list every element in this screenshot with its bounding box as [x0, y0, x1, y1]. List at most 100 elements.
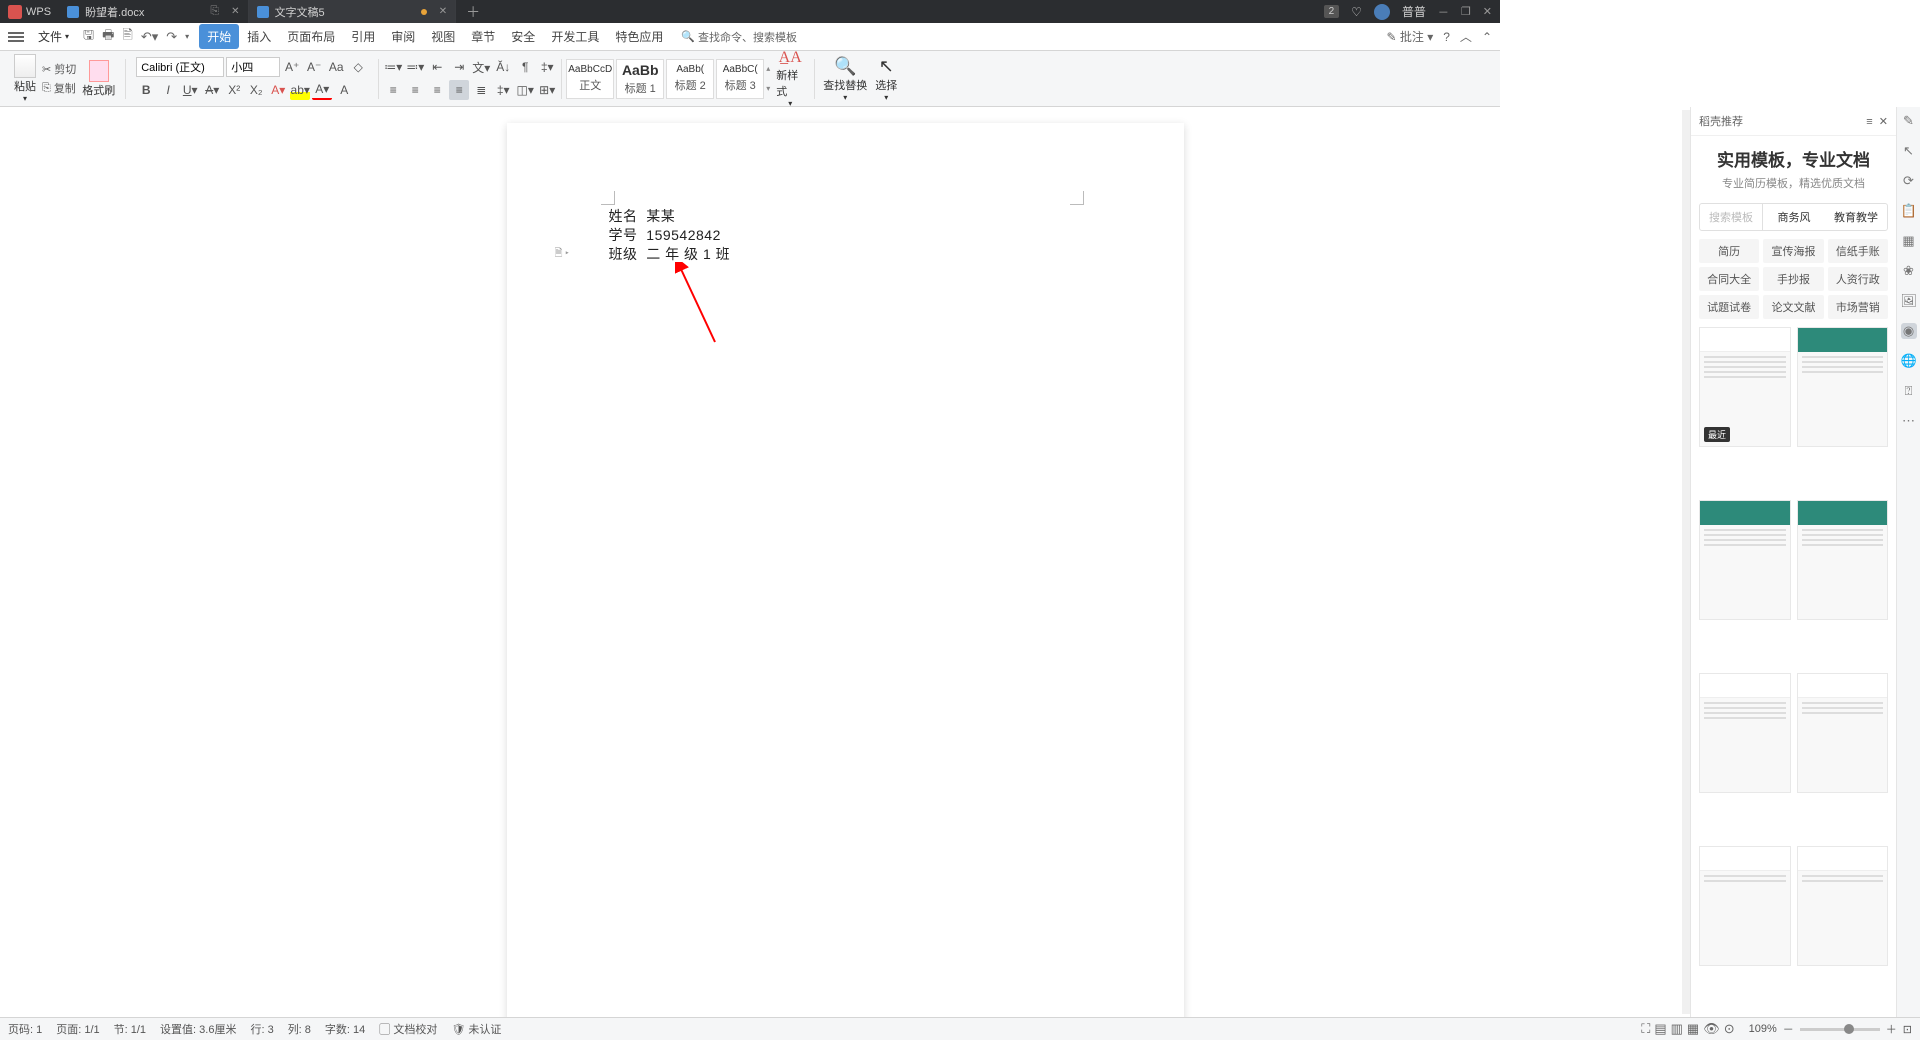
web-layout-icon[interactable]: ▦: [1687, 1021, 1699, 1037]
font-name-select[interactable]: [136, 57, 224, 77]
template-item[interactable]: [1797, 327, 1889, 447]
cat-marketing[interactable]: 市场营销: [1828, 295, 1888, 319]
cut-button[interactable]: ✂剪切: [42, 61, 76, 77]
status-row[interactable]: 行: 3: [250, 1021, 273, 1037]
sort-icon[interactable]: Ă↓: [493, 57, 513, 77]
highlight-icon[interactable]: ab▾: [290, 80, 310, 100]
tab-insert[interactable]: 插入: [239, 24, 279, 49]
cat-contract[interactable]: 合同大全: [1699, 267, 1759, 291]
clear-format-icon[interactable]: ◇: [348, 57, 368, 77]
paste-button[interactable]: 粘贴▾: [14, 54, 36, 103]
cat-thesis[interactable]: 论文文献: [1763, 295, 1823, 319]
template-item[interactable]: [1699, 500, 1791, 620]
font-color-icon[interactable]: A▾: [312, 80, 332, 100]
italic-icon[interactable]: I: [158, 80, 178, 100]
notification-badge[interactable]: 2: [1324, 5, 1340, 18]
tab-indicator-icon[interactable]: ⎘: [210, 5, 219, 18]
tool-refresh-icon[interactable]: ⟳: [1901, 173, 1917, 189]
cat-report[interactable]: 手抄报: [1763, 267, 1823, 291]
new-style-button[interactable]: A̲A 新样式▾: [776, 49, 804, 108]
bold-icon[interactable]: B: [136, 80, 156, 100]
decrease-indent-icon[interactable]: ⇤: [427, 57, 447, 77]
status-page-no[interactable]: 页码: 1: [8, 1021, 42, 1037]
increase-font-icon[interactable]: A⁺: [282, 57, 302, 77]
print-preview-icon[interactable]: 🖹: [122, 26, 132, 48]
tab-section[interactable]: 章节: [463, 24, 503, 49]
template-item[interactable]: 最近: [1699, 327, 1791, 447]
format-painter-button[interactable]: 格式刷: [82, 60, 115, 98]
user-avatar[interactable]: [1374, 4, 1390, 20]
tool-template-icon[interactable]: ◉: [1901, 323, 1917, 339]
document-content[interactable]: 姓名 某某 学号 159542842 班级 二 年 级 1 班: [609, 207, 731, 264]
zoom-out-icon[interactable]: －: [1783, 1021, 1794, 1037]
panel-close-icon[interactable]: ✕: [1879, 116, 1888, 128]
tool-select-icon[interactable]: ↖: [1901, 143, 1917, 159]
status-cert[interactable]: 🛡 未认证: [451, 1021, 501, 1037]
restore-button[interactable]: ❐: [1461, 5, 1471, 18]
template-item[interactable]: [1797, 673, 1889, 793]
spacing-icon[interactable]: ‡▾: [493, 80, 513, 100]
close-button[interactable]: ✕: [1483, 5, 1492, 18]
command-search[interactable]: 🔍 查找命令、搜索模板: [681, 29, 797, 45]
bullets-icon[interactable]: ≔▾: [383, 57, 403, 77]
panel-header-label[interactable]: 稻壳推荐: [1699, 113, 1743, 129]
tab-reference[interactable]: 引用: [343, 24, 383, 49]
borders-icon[interactable]: ⊞▾: [537, 80, 557, 100]
template-item[interactable]: [1699, 846, 1791, 966]
template-item[interactable]: [1699, 673, 1791, 793]
hamburger-icon[interactable]: [8, 32, 24, 42]
tool-image-icon[interactable]: 🖼: [1901, 293, 1917, 309]
status-setting[interactable]: 设置值: 3.6厘米: [160, 1021, 236, 1037]
text-effects-icon[interactable]: A▾: [268, 80, 288, 100]
status-words[interactable]: 字数: 14: [325, 1021, 365, 1037]
tab-view[interactable]: 视图: [423, 24, 463, 49]
numbering-icon[interactable]: ≕▾: [405, 57, 425, 77]
char-shading-icon[interactable]: A: [334, 80, 354, 100]
superscript-icon[interactable]: X²: [224, 80, 244, 100]
tool-icon[interactable]: ❀: [1901, 263, 1917, 279]
status-proof[interactable]: ▢ 文档校对: [379, 1021, 437, 1037]
text-direction-icon[interactable]: 文▾: [471, 57, 491, 77]
close-icon[interactable]: ✕: [231, 6, 239, 17]
align-right-icon[interactable]: ≡: [427, 80, 447, 100]
tab-business[interactable]: 商务风: [1763, 204, 1825, 230]
tool-help-icon[interactable]: ⍰: [1901, 383, 1917, 399]
copy-button[interactable]: ⎘复制: [42, 80, 76, 96]
template-item[interactable]: [1797, 500, 1889, 620]
show-marks-icon[interactable]: ¶: [515, 57, 535, 77]
decrease-font-icon[interactable]: A⁻: [304, 57, 324, 77]
tab-review[interactable]: 审阅: [383, 24, 423, 49]
find-replace-button[interactable]: 🔍 查找替换▾: [819, 56, 871, 102]
reading-icon[interactable]: 👁: [1703, 1021, 1720, 1037]
document-tab-2[interactable]: 文字文稿5 ✕: [249, 0, 457, 23]
save-icon[interactable]: 🖫: [83, 26, 94, 48]
status-page[interactable]: 页面: 1/1: [56, 1021, 99, 1037]
qat-dropdown-icon[interactable]: ▾: [185, 32, 189, 41]
tab-education[interactable]: 教育教学: [1825, 204, 1887, 230]
shading-icon[interactable]: ◫▾: [515, 80, 535, 100]
styles-gallery[interactable]: AaBbCcD正文 AaBb标题 1 AaBb(标题 2 AaBbC(标题 3 …: [566, 59, 770, 99]
cat-letter[interactable]: 信纸手账: [1828, 239, 1888, 263]
tool-more-icon[interactable]: ⋯: [1901, 413, 1917, 429]
style-heading3[interactable]: AaBbC(标题 3: [716, 59, 764, 99]
print-layout-icon[interactable]: ▤: [1654, 1021, 1666, 1037]
zoom-level[interactable]: 109%: [1749, 1023, 1777, 1035]
font-size-select[interactable]: [226, 57, 280, 77]
collapse-ribbon-icon[interactable]: ︿: [1460, 28, 1472, 45]
distribute-icon[interactable]: ≣: [471, 80, 491, 100]
style-heading2[interactable]: AaBb(标题 2: [666, 59, 714, 99]
justify-icon[interactable]: ≡: [449, 80, 469, 100]
add-tab-button[interactable]: ＋: [456, 2, 490, 22]
strikethrough-icon[interactable]: A▾: [202, 80, 222, 100]
fullscreen-icon[interactable]: ⛶: [1641, 1021, 1650, 1037]
align-center-icon[interactable]: ≡: [405, 80, 425, 100]
tool-edit-icon[interactable]: ✎: [1901, 113, 1917, 129]
cat-resume[interactable]: 简历: [1699, 239, 1759, 263]
close-icon[interactable]: ✕: [439, 6, 447, 17]
gift-icon[interactable]: ♡: [1351, 5, 1362, 19]
annotate-button[interactable]: ✎ 批注 ▾: [1386, 28, 1433, 45]
minimize-button[interactable]: －: [1438, 4, 1449, 20]
underline-icon[interactable]: U▾: [180, 80, 200, 100]
template-item[interactable]: [1797, 846, 1889, 966]
page[interactable]: 🗎 ▸ 姓名 某某 学号 159542842 班级 二 年 级 1 班: [507, 123, 1184, 1017]
